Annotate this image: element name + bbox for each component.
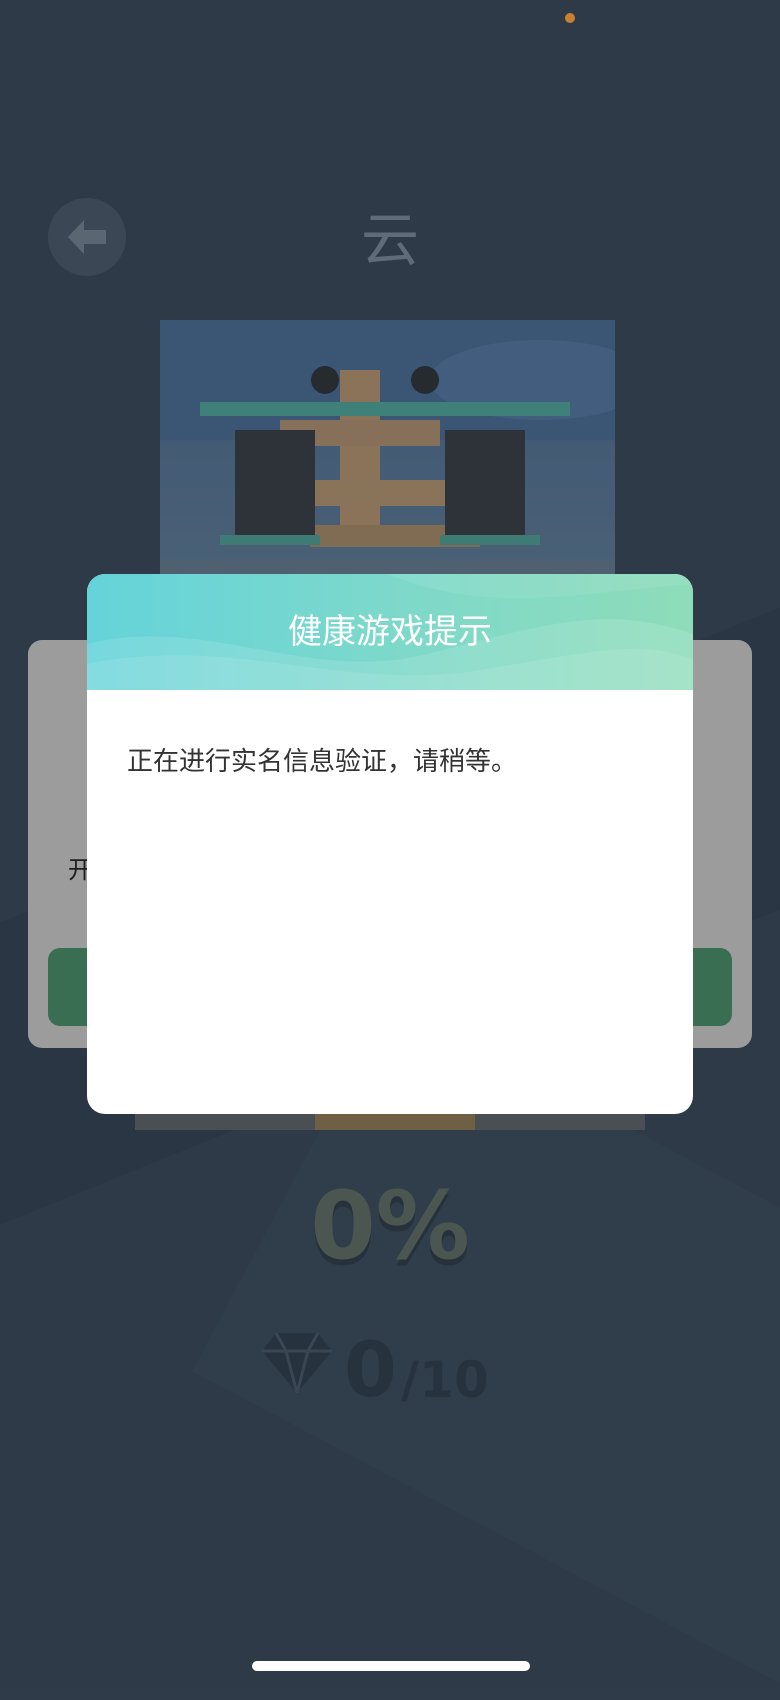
- status-indicator-dot: [565, 13, 575, 23]
- dialog-header: 健康游戏提示: [87, 574, 693, 690]
- diamond-icon: [262, 1332, 332, 1393]
- gems-collected: 0: [344, 1325, 397, 1414]
- gems-total: /10: [400, 1351, 489, 1409]
- progress-percent: 0%: [310, 1172, 470, 1281]
- gem-counter: 0 /10: [262, 1315, 489, 1415]
- dialog-title: 健康游戏提示: [288, 612, 492, 652]
- level-title: 云: [360, 206, 419, 274]
- dialog-message: 正在进行实名信息验证，请稍等。: [127, 747, 518, 777]
- health-notice-dialog: 健康游戏提示 正在进行实名信息验证，请稍等。: [87, 574, 693, 1114]
- home-indicator[interactable]: [252, 1661, 530, 1671]
